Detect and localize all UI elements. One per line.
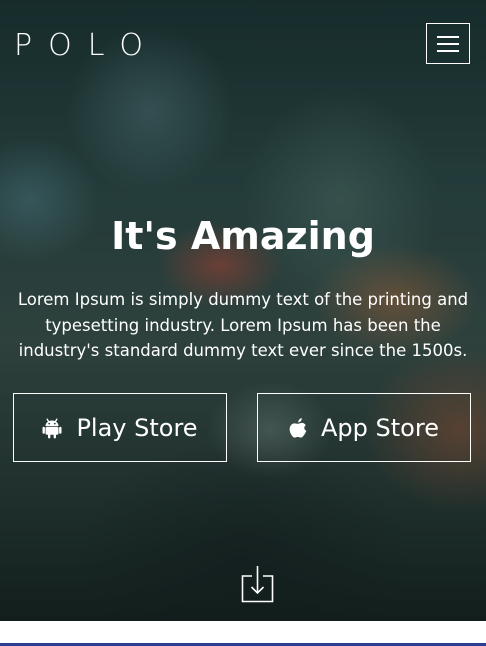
- next-section: [0, 621, 486, 646]
- play-store-label: Play Store: [76, 413, 198, 442]
- download-arrow-icon[interactable]: [241, 565, 274, 603]
- app-store-button[interactable]: App Store: [257, 393, 471, 462]
- hero-title: It's Amazing: [111, 214, 375, 258]
- hero-section: POLO It's Amazing Lorem Ipsum is simply …: [0, 0, 486, 621]
- app-store-label: App Store: [321, 413, 439, 442]
- menu-toggle-button[interactable]: [426, 23, 470, 64]
- apple-icon: [289, 417, 307, 438]
- play-store-button[interactable]: Play Store: [13, 393, 227, 462]
- hero-description: Lorem Ipsum is simply dummy text of the …: [17, 290, 469, 360]
- hamburger-menu-icon: [437, 35, 459, 38]
- logo[interactable]: POLO: [14, 31, 159, 61]
- android-icon: [42, 418, 62, 438]
